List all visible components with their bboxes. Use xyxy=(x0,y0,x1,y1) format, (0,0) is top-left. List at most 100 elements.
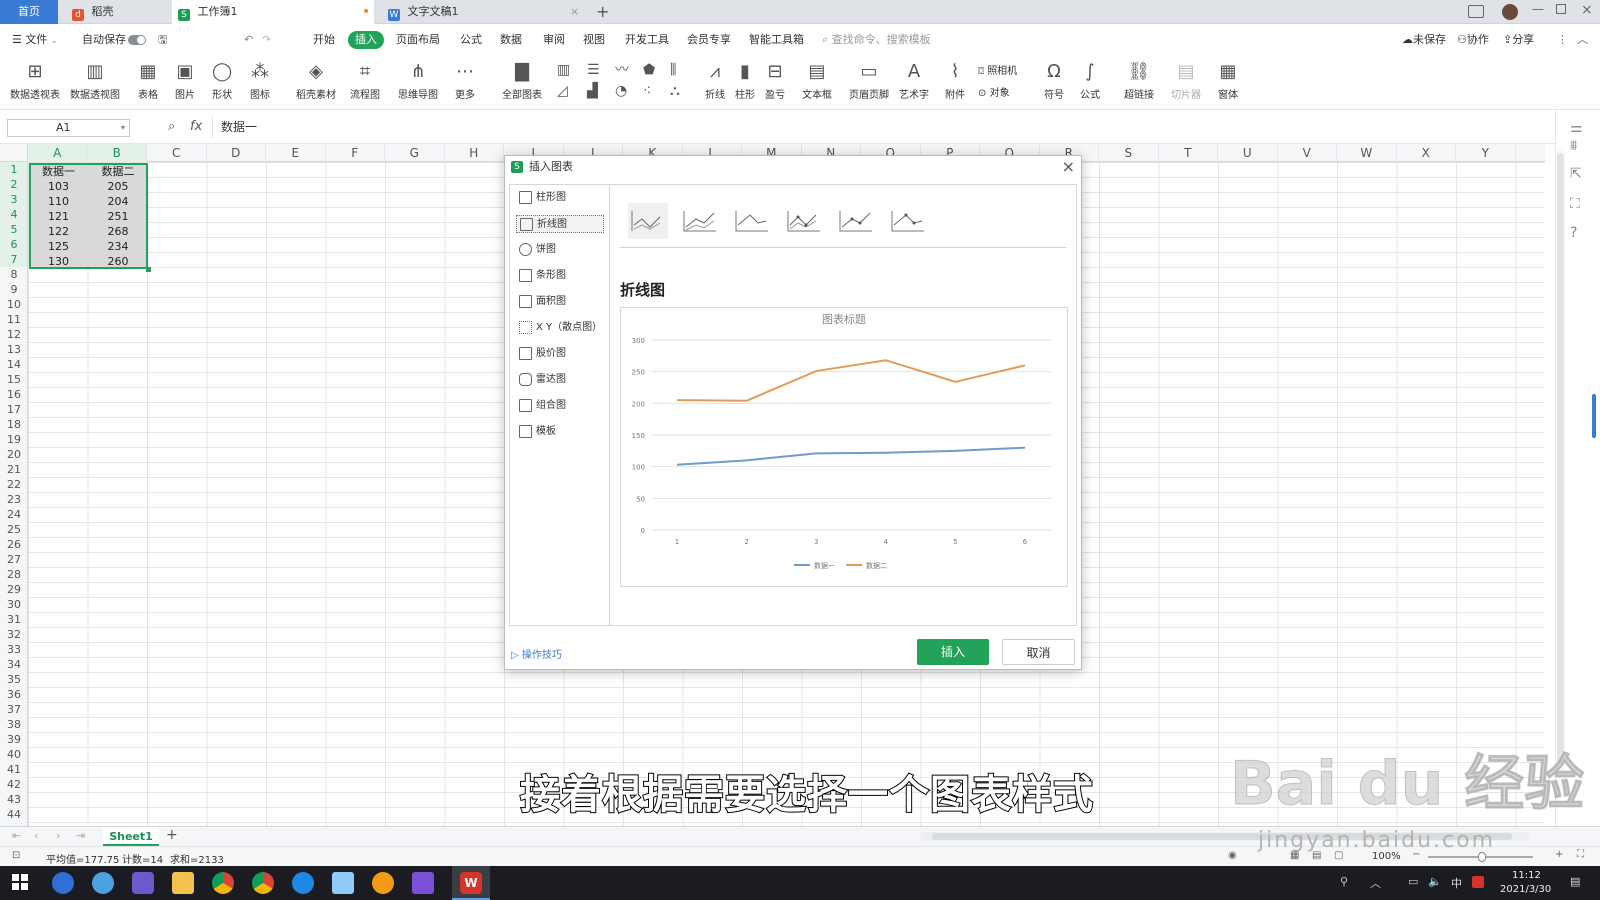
row-header[interactable]: 14 xyxy=(0,357,27,372)
row-header[interactable]: 22 xyxy=(0,477,27,492)
menu-item-page-layout[interactable]: 页面布局 xyxy=(396,31,440,49)
row-header[interactable]: 39 xyxy=(0,732,27,747)
row-header[interactable]: 8 xyxy=(0,267,27,282)
row-header[interactable]: 21 xyxy=(0,462,27,477)
header-footer-button[interactable]: ▭ 页眉页脚 xyxy=(849,60,889,101)
zoom-slider-thumb[interactable] xyxy=(1478,852,1486,862)
row-header[interactable]: 12 xyxy=(0,327,27,342)
quick-save-icon[interactable]: 🖫 xyxy=(158,31,167,49)
column-header[interactable]: X xyxy=(1397,144,1456,162)
menu-item-start[interactable]: 开始 xyxy=(313,31,335,49)
table-cell[interactable]: 130 xyxy=(29,254,88,269)
line-style-thumb-3[interactable] xyxy=(732,203,772,239)
row-header[interactable]: 38 xyxy=(0,717,27,732)
first-sheet-icon[interactable]: ⇤ xyxy=(12,829,21,842)
unsaved-button[interactable]: ☁未保存 xyxy=(1402,31,1446,49)
avatar[interactable] xyxy=(1502,4,1518,20)
dialog-close-icon[interactable]: × xyxy=(1062,156,1075,178)
cancel-button[interactable]: 取消 xyxy=(1002,639,1075,665)
sparkline-winloss-button[interactable]: ⊟ 盈亏 xyxy=(765,60,785,101)
row-header[interactable]: 9 xyxy=(0,282,27,297)
pivot-chart-button[interactable]: ▥ 数据透视图 xyxy=(70,60,120,101)
row-header[interactable]: 32 xyxy=(0,627,27,642)
column-header[interactable]: H xyxy=(445,144,504,162)
panel-help-icon[interactable]: ? xyxy=(1570,225,1577,241)
taskbar-app-8-icon[interactable] xyxy=(332,872,354,894)
category-combo[interactable]: 组合图 xyxy=(516,397,604,415)
category-pie[interactable]: 饼图 xyxy=(516,241,604,259)
taskbar-app-7-icon[interactable] xyxy=(292,872,314,894)
more-button[interactable]: ⋯ 更多 xyxy=(455,60,475,101)
column-header[interactable]: B xyxy=(87,144,147,162)
tab-document[interactable]: W 文字文稿1 × xyxy=(382,0,584,24)
minimize-icon[interactable]: — xyxy=(1532,2,1544,16)
row-header[interactable]: 34 xyxy=(0,657,27,672)
pie-chart-icon[interactable]: ◔ xyxy=(615,83,627,99)
tab-daoke[interactable]: d 稻壳 xyxy=(66,0,168,24)
tray-chevron-icon[interactable]: ︿ xyxy=(1370,875,1381,891)
area-chart-icon[interactable]: ◿ xyxy=(557,83,568,99)
radar-chart-icon[interactable]: ⛬ xyxy=(670,83,680,99)
table-cell[interactable]: 数据二 xyxy=(89,164,148,179)
sheet-status-icon[interactable]: ⊡ xyxy=(12,850,20,861)
file-menu[interactable]: ☰ 文件 ⌄ xyxy=(12,31,58,49)
category-stock[interactable]: 股价图 xyxy=(516,345,604,363)
row-header[interactable]: 29 xyxy=(0,582,27,597)
zoom-in-icon[interactable]: + xyxy=(1555,849,1563,860)
row-header[interactable]: 37 xyxy=(0,702,27,717)
scatter-chart-icon[interactable]: ⁖ xyxy=(643,83,651,99)
symbol-button[interactable]: Ω 符号 xyxy=(1044,60,1064,101)
panel-sliders-icon[interactable]: ⩩ xyxy=(1570,138,1577,154)
stock-chart-icon[interactable]: ⫼ xyxy=(670,62,676,78)
chrome-2-icon[interactable] xyxy=(252,872,274,894)
tray-person-icon[interactable]: ⚲ xyxy=(1340,875,1348,888)
table-button[interactable]: ▦ 表格 xyxy=(138,60,158,101)
textbox-button[interactable]: ▤ 文本框 xyxy=(802,60,832,101)
line-style-thumb-2[interactable] xyxy=(680,203,720,239)
flowchart-button[interactable]: ⌗ 流程图 xyxy=(350,60,380,101)
row-header[interactable]: 31 xyxy=(0,612,27,627)
column-header[interactable]: U xyxy=(1218,144,1278,162)
menu-item-view[interactable]: 视图 xyxy=(583,31,605,49)
table-cell[interactable]: 205 xyxy=(89,179,148,194)
row-header[interactable]: 18 xyxy=(0,417,27,432)
collab-button[interactable]: ⚇协作 xyxy=(1457,31,1489,49)
column-chart-icon[interactable]: ▥ xyxy=(557,62,570,78)
menu-item-insert[interactable]: 插入 xyxy=(348,31,384,49)
camera-button[interactable]: ⌼ 照相机 xyxy=(978,62,1017,77)
more-options-icon[interactable]: ⋮ xyxy=(1557,31,1568,49)
table-cell[interactable]: 121 xyxy=(29,209,88,224)
fx-icon[interactable]: fx xyxy=(190,119,202,134)
tab-home[interactable]: 首页 xyxy=(0,0,58,24)
panel-select-icon[interactable]: ⇱ xyxy=(1570,166,1582,182)
table-cell[interactable]: 204 xyxy=(89,194,148,209)
category-scatter[interactable]: X Y（散点图） xyxy=(516,319,604,337)
tab-workbook[interactable]: S 工作簿1 • xyxy=(172,0,374,24)
row-header[interactable]: 25 xyxy=(0,522,27,537)
pivot-table-button[interactable]: ⊞ 数据透视表 xyxy=(10,60,60,101)
line-style-thumb-5[interactable] xyxy=(836,203,876,239)
row-header[interactable]: 1 xyxy=(0,162,27,177)
row-header[interactable]: 28 xyxy=(0,567,27,582)
row-header[interactable]: 13 xyxy=(0,342,27,357)
taskbar-app-9-icon[interactable] xyxy=(372,872,394,894)
zoom-formula-icon[interactable]: ⌕ xyxy=(168,119,175,134)
row-header[interactable]: 16 xyxy=(0,387,27,402)
eye-protect-icon[interactable]: ◉ xyxy=(1228,850,1237,861)
row-header[interactable]: 11 xyxy=(0,312,27,327)
column-header[interactable]: F xyxy=(326,144,385,162)
table-cell[interactable]: 251 xyxy=(89,209,148,224)
table-cell[interactable]: 数据一 xyxy=(29,164,88,179)
map-chart-icon[interactable]: ⬟ xyxy=(643,62,655,78)
category-radar[interactable]: 雷达图 xyxy=(516,371,604,389)
table-cell[interactable]: 125 xyxy=(29,239,88,254)
collapse-ribbon-icon[interactable]: ︿ xyxy=(1577,31,1588,49)
equation-button[interactable]: ∫ 公式 xyxy=(1080,60,1100,101)
row-header[interactable]: 10 xyxy=(0,297,27,312)
menu-item-data[interactable]: 数据 xyxy=(500,31,522,49)
panel-settings-icon[interactable]: ⚌ xyxy=(1570,120,1583,136)
picture-button[interactable]: ▣ 图片 xyxy=(175,60,195,101)
column-header[interactable]: G xyxy=(385,144,445,162)
search-command[interactable]: ⌕ 查找命令、搜索模板 xyxy=(822,31,931,49)
notification-icon[interactable]: ▤ xyxy=(1570,875,1580,888)
